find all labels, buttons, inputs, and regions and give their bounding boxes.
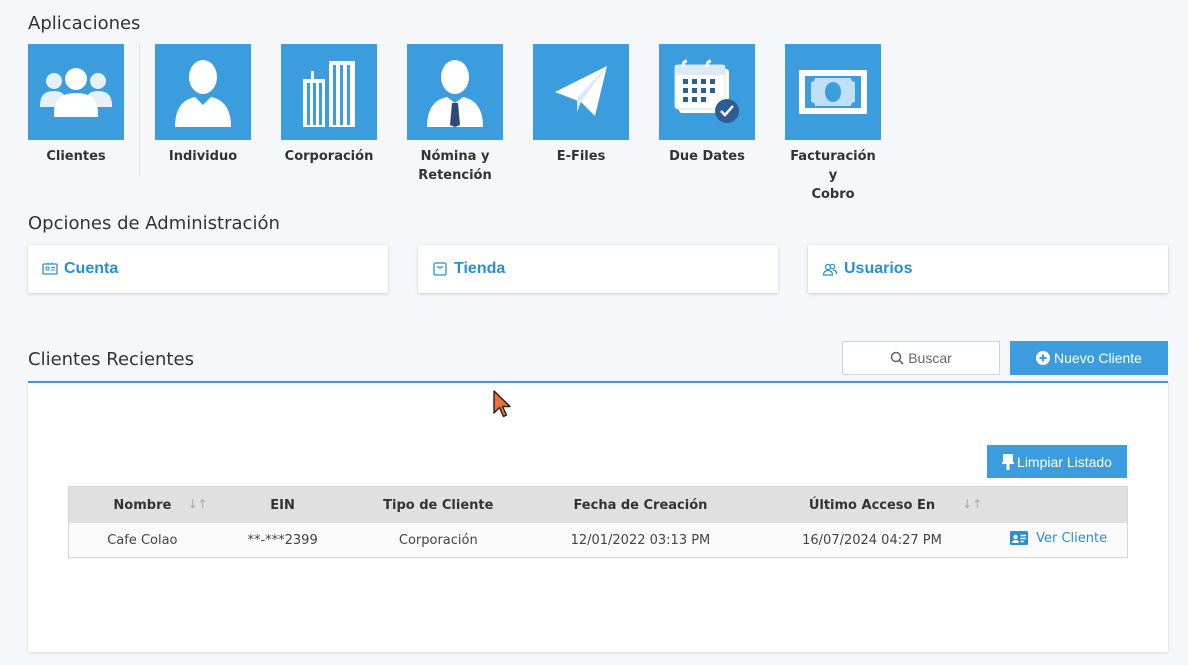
admin-card-label: Tienda [454,260,506,277]
clear-list-button[interactable]: Limpiar Listado [987,445,1127,478]
clear-list-button-label: Limpiar Listado [1017,453,1112,470]
app-nomina-tile[interactable] [407,44,503,140]
view-client-label: Ver Cliente [1036,530,1108,546]
apps-divider [139,44,140,176]
cell-tipo: Corporación [398,532,478,548]
mouse-cursor-icon [493,390,511,418]
admin-card-tienda[interactable]: Tienda [418,245,778,293]
app-facturacion-tile[interactable] [785,44,881,140]
id-card-icon [42,262,58,275]
calendar-check-icon [674,59,739,123]
banknote-icon [799,70,867,114]
app-due-dates-tile[interactable] [659,44,755,140]
app-nomina[interactable]: Nómina y Retención [407,44,503,185]
app-label: Corporación [284,149,374,164]
new-client-button-label: Nuevo Cliente [1054,350,1142,366]
admin-card-label: Cuenta [64,260,119,277]
app-label-2: Retención [418,168,492,183]
cell-nombre: Cafe Colao [107,532,178,548]
column-header-label: Último Acceso En [808,497,936,513]
app-label-2: Cobro [811,187,855,202]
new-client-button[interactable]: Nuevo Cliente [1010,341,1168,375]
admin-card-usuarios[interactable]: Usuarios [808,245,1168,293]
table-row: Cafe Colao **-***2399 Corporación 12/01/… [69,523,1127,557]
cell-ein: **-***2399 [247,532,318,548]
app-label: Clientes [46,149,106,164]
app-corporacion-tile[interactable] [281,44,377,140]
view-client-link[interactable]: Ver Cliente [1010,531,1107,546]
column-header-tipo: Tipo de Cliente [349,498,527,513]
clients-table: Nombre ↓↑ EIN Tipo de Cliente Fecha de C… [68,486,1128,558]
app-facturacion[interactable]: Facturación y Cobro [785,44,881,204]
column-header-ein: EIN [216,498,350,513]
column-header-ultimo-acceso[interactable]: Último Acceso En ↓↑ [754,497,991,513]
admin-card-label: Usuarios [844,260,913,277]
paper-plane-icon [555,66,607,116]
app-label: Nómina y [420,149,490,164]
cell-fecha-creacion: 12/01/2022 03:13 PM [570,532,711,548]
app-label: Facturación y [790,149,876,183]
app-label: Due Dates [669,149,745,164]
app-efiles[interactable]: E-Files [533,44,629,166]
column-header-fecha: Fecha de Creación [527,498,754,513]
app-label: E-Files [556,149,606,164]
eraser-icon [1002,453,1015,470]
app-clientes[interactable]: Clientes [28,44,124,166]
sort-icon[interactable]: ↓↑ [962,497,982,511]
app-individuo[interactable]: Individuo [155,44,251,166]
app-label: Individuo [168,149,238,164]
users-icon [822,263,838,276]
app-efiles-tile[interactable] [533,44,629,140]
cell-actions: Ver Cliente [990,531,1127,550]
search-button[interactable]: Buscar [842,341,1000,375]
sort-icon[interactable]: ↓↑ [188,497,208,511]
column-header-nombre[interactable]: Nombre ↓↑ [69,497,216,513]
applications-title: Aplicaciones [28,13,141,34]
id-card-icon [1010,531,1029,546]
businessman-icon [427,60,483,127]
column-header-label: Fecha de Creación [573,497,708,513]
column-header-label: Tipo de Cliente [383,497,494,513]
column-header-label: EIN [270,497,295,513]
person-icon [175,60,231,127]
shopping-bag-icon [433,262,447,276]
admin-title: Opciones de Administración [28,213,280,234]
app-due-dates[interactable]: Due Dates [659,44,755,166]
applications-grid: Clientes Individuo Corporación Nómina y … [28,44,928,202]
clients-group-icon [40,68,112,117]
app-clientes-tile[interactable] [28,44,124,140]
app-corporacion[interactable]: Corporación [281,44,377,166]
search-button-label: Buscar [908,350,952,366]
table-header: Nombre ↓↑ EIN Tipo de Cliente Fecha de C… [69,487,1127,523]
recent-clients-title: Clientes Recientes [28,349,194,370]
search-icon [890,351,904,365]
admin-card-cuenta[interactable]: Cuenta [28,245,388,293]
app-individuo-tile[interactable] [155,44,251,140]
cell-ultimo-acceso: 16/07/2024 04:27 PM [802,532,942,548]
recent-clients-panel: Limpiar Listado Nombre ↓↑ EIN Tipo de Cl… [28,381,1168,652]
column-header-label: Nombre [113,497,172,513]
plus-circle-icon [1036,351,1051,365]
building-icon [303,61,355,127]
